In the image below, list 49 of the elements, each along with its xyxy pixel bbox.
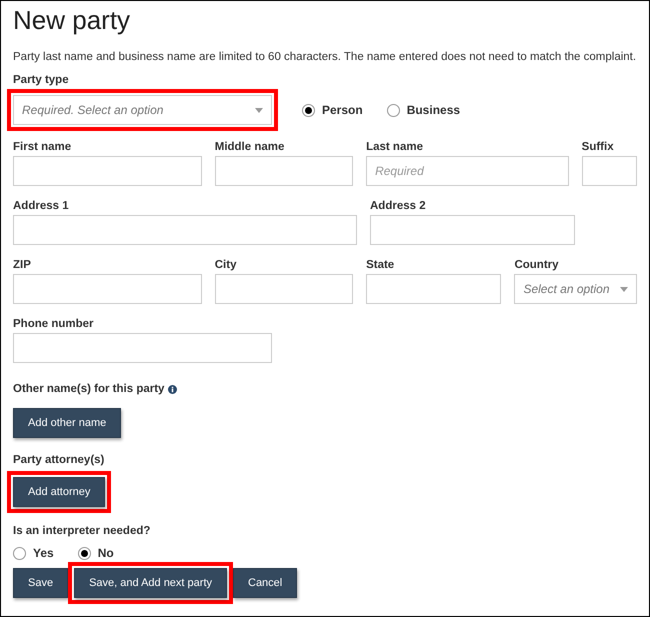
action-button[interactable]: Save <box>13 568 68 598</box>
radio-label: Person <box>322 102 363 120</box>
field-label: Middle name <box>214 141 286 154</box>
country-select[interactable]: Select an option <box>514 274 637 304</box>
radio-option[interactable]: Person <box>302 101 363 120</box>
radio-button[interactable] <box>302 104 315 117</box>
input-field[interactable] <box>582 156 637 186</box>
radio-label: Business <box>406 102 460 120</box>
party-type-select[interactable]: Required. Select an option <box>13 95 272 126</box>
radio-option[interactable]: No <box>78 544 114 562</box>
field-label: State <box>366 259 396 272</box>
action-button[interactable]: Cancel <box>233 568 298 598</box>
input-field[interactable] <box>366 274 502 304</box>
field-label: First name <box>13 141 72 154</box>
field-label: Address 2 <box>370 200 427 214</box>
field-label: Last name <box>366 141 424 154</box>
section-label: Is an interpreter needed? <box>13 525 152 538</box>
caret-icon <box>255 108 263 113</box>
radio-label: No <box>98 545 114 562</box>
input-field[interactable] <box>13 333 272 364</box>
input-field[interactable] <box>13 156 202 186</box>
section-label: Other name(s) for this party <box>13 383 164 396</box>
radio-button[interactable] <box>13 546 26 560</box>
input-field[interactable]: Required <box>366 156 569 186</box>
info-icon[interactable] <box>168 385 178 394</box>
add-attorney-button[interactable]: Add attorney <box>13 477 106 508</box>
field-label: Party type <box>13 74 70 88</box>
input-field[interactable] <box>214 156 354 186</box>
input-field[interactable] <box>13 274 202 304</box>
input-field[interactable] <box>214 274 354 304</box>
radio-button[interactable] <box>78 546 91 560</box>
field-label: Phone number <box>13 318 95 332</box>
input-field[interactable] <box>370 215 575 246</box>
section-label: Party attorney(s) <box>13 454 106 468</box>
radio-option[interactable]: Yes <box>13 544 54 562</box>
field-label: City <box>214 259 238 272</box>
action-button[interactable]: Save, and Add next party <box>74 568 227 598</box>
field-label: Address 1 <box>13 200 70 214</box>
input-field[interactable] <box>13 215 357 246</box>
field-label: ZIP <box>13 259 32 272</box>
caret-icon <box>620 286 628 292</box>
field-label: Country <box>514 259 560 272</box>
add-other-name-button[interactable]: Add other name <box>13 408 122 438</box>
field-label: Suffix <box>582 141 615 154</box>
description-text: Party last name and business name are limited to 60 characters. The name entered does not need to match the complaint. <box>13 50 637 65</box>
radio-button[interactable] <box>386 104 400 117</box>
page-title: New party <box>13 5 132 35</box>
radio-label: Yes <box>33 545 54 562</box>
radio-option[interactable]: Business <box>386 101 460 120</box>
